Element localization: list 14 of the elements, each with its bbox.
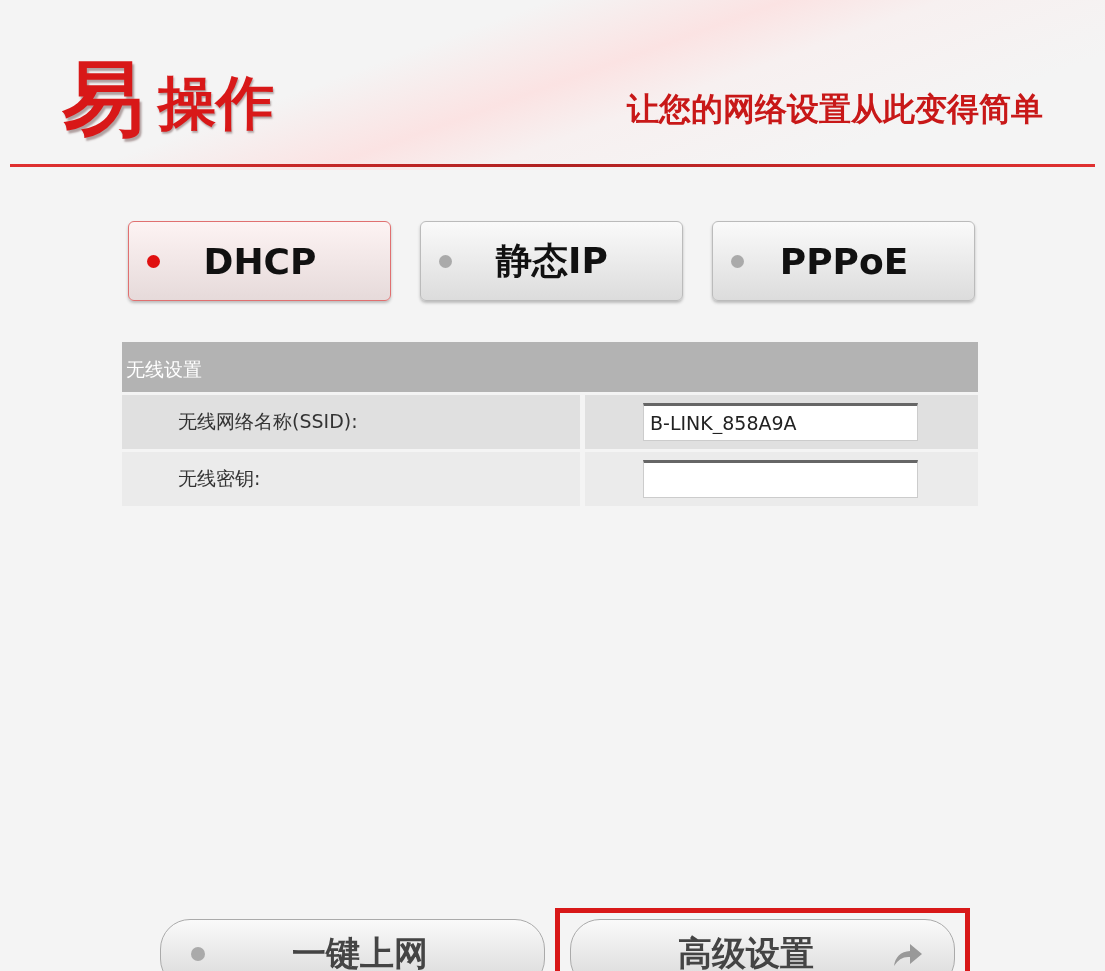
field-label: 无线密钥: [122,452,580,506]
section-header: 无线设置 [122,342,978,392]
dot-icon [191,947,205,961]
tagline: 让您的网络设置从此变得简单 [627,89,1043,130]
mode-tab[interactable]: DHCP [128,221,391,301]
field-label: 无线网络名称(SSID): [122,395,580,449]
logo-text: 操作 [158,74,274,132]
input-field[interactable]: B-LINK_858A9A [643,403,918,441]
action-button[interactable]: 高级设置 [570,919,955,971]
mode-tab[interactable]: PPPoE [712,221,975,301]
logo-character: 易 [62,58,144,140]
input-field[interactable] [643,460,918,498]
mode-tab[interactable]: 静态IP [420,221,683,301]
action-button[interactable]: 一键上网 [160,919,545,971]
